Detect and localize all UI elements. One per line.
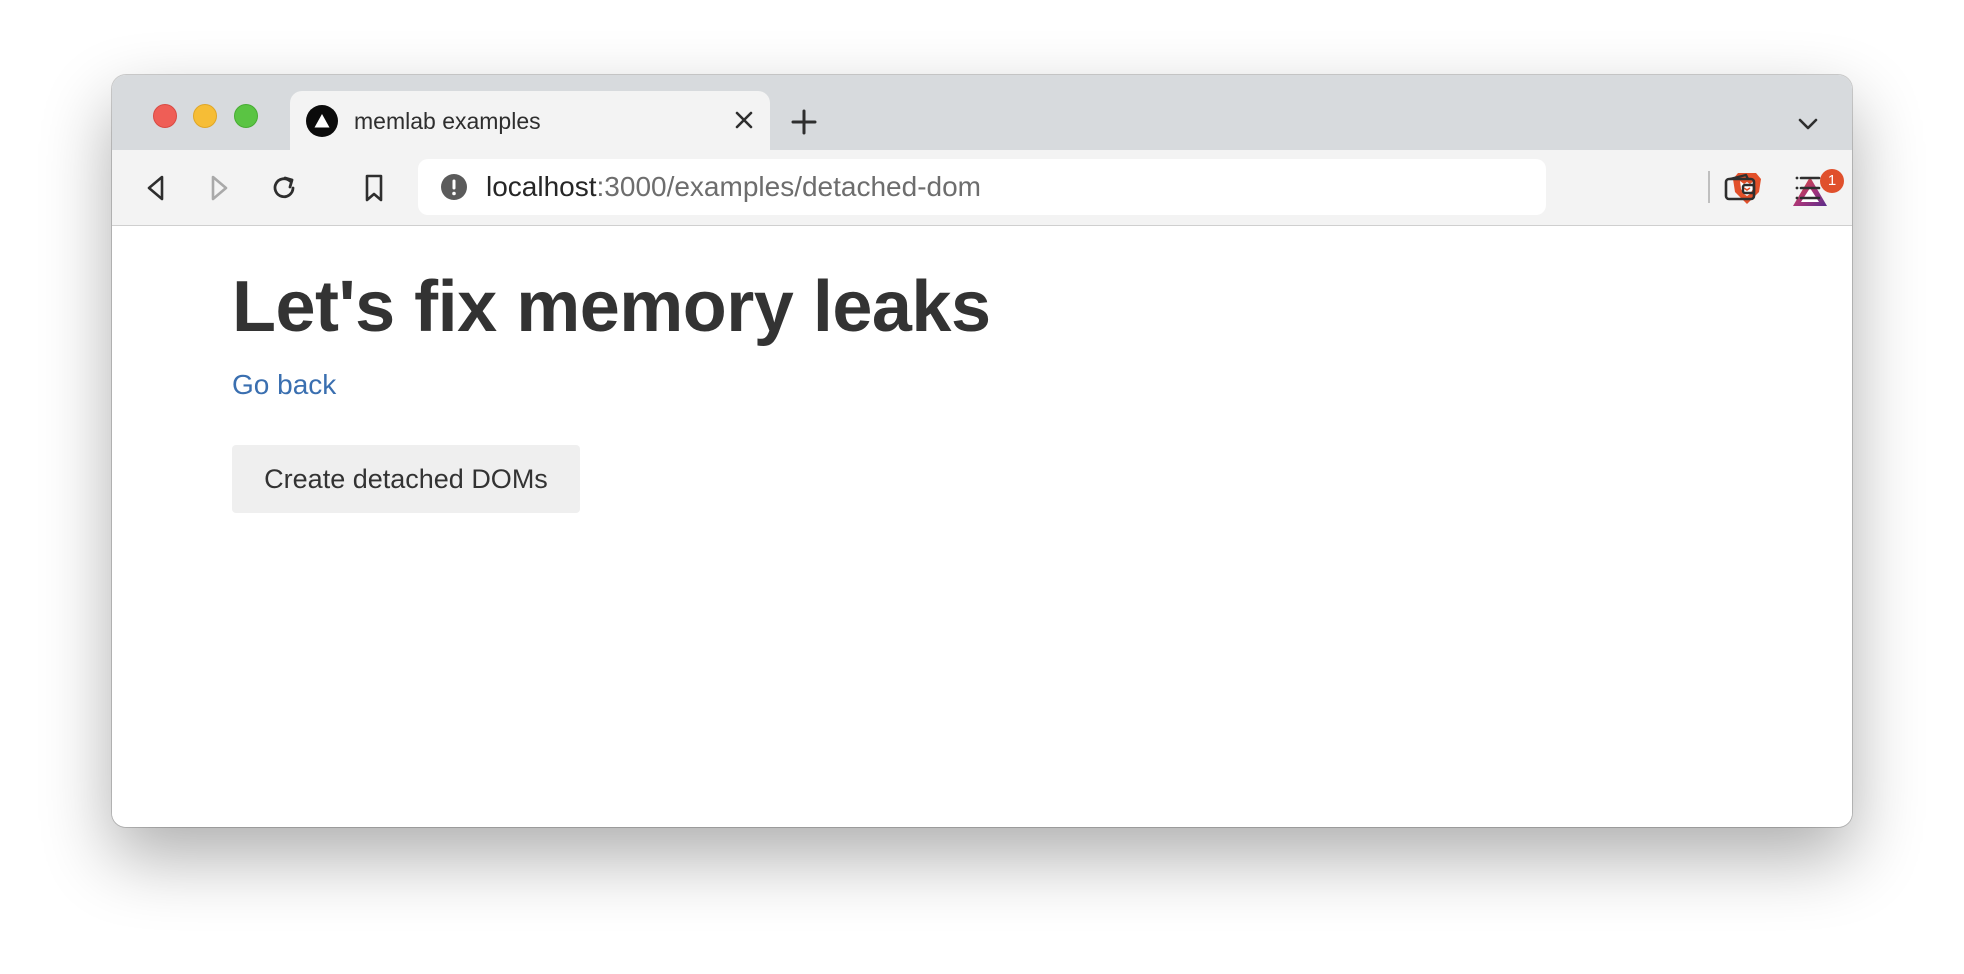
tab-title: memlab examples (354, 108, 541, 134)
forward-arrow-icon[interactable] (201, 170, 237, 206)
browser-toolbar: localhost:3000/examples/detached-dom 1 (112, 150, 1852, 226)
chevron-down-icon[interactable] (1794, 110, 1822, 138)
reload-icon[interactable] (266, 170, 302, 206)
url-host: localhost (486, 171, 597, 202)
site-info-icon[interactable] (440, 173, 468, 201)
back-arrow-icon[interactable] (138, 170, 174, 206)
bookmark-icon[interactable] (356, 170, 392, 206)
page-content: Let's fix memory leaks Go back Create de… (112, 227, 1852, 827)
tab-strip: memlab examples (112, 75, 1852, 150)
wallet-icon[interactable] (1722, 170, 1758, 206)
tab-memlab-examples[interactable]: memlab examples (290, 91, 770, 150)
zoom-window-button[interactable] (234, 104, 258, 128)
create-detached-doms-button[interactable]: Create detached DOMs (232, 445, 580, 513)
hamburger-menu-icon[interactable] (1793, 170, 1823, 206)
minimize-window-button[interactable] (193, 104, 217, 128)
new-tab-plus-icon[interactable] (787, 105, 821, 139)
triangle-logo-icon (306, 105, 338, 137)
rewards-badge: 1 (1820, 169, 1844, 193)
close-window-button[interactable] (153, 104, 177, 128)
address-bar[interactable]: localhost:3000/examples/detached-dom 1 (418, 159, 1844, 215)
url-text: localhost:3000/examples/detached-dom (486, 172, 981, 202)
go-back-link[interactable]: Go back (232, 368, 336, 402)
page-title: Let's fix memory leaks (232, 267, 991, 347)
address-bar-divider (1708, 171, 1710, 203)
close-tab-icon[interactable] (728, 104, 760, 136)
browser-window: memlab examples localhost:3000/examples/… (112, 75, 1852, 827)
url-path: :3000/examples/detached-dom (596, 171, 981, 202)
